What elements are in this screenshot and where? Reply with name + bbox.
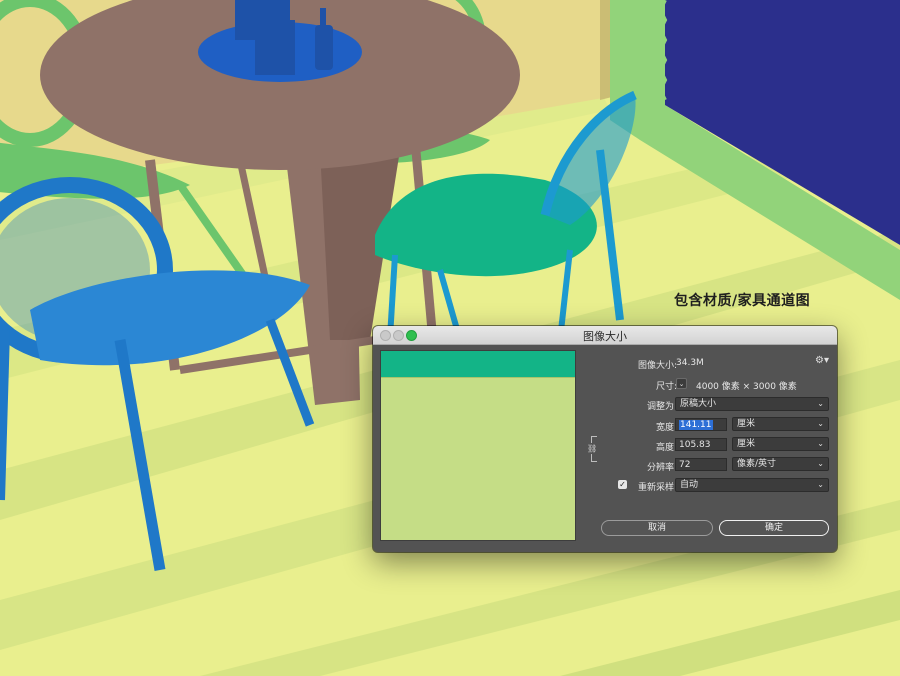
chevron-icon: ⌄	[817, 459, 824, 468]
fit-to-select[interactable]: 原稿大小 ⌄	[675, 397, 829, 411]
dimensions-label: 尺寸:	[655, 382, 677, 392]
dimensions-value: 4000 像素 × 3000 像素	[696, 382, 797, 392]
image-size-label: 图像大小:	[637, 361, 677, 371]
height-unit-value: 厘米	[737, 439, 756, 449]
ok-button[interactable]: 确定	[719, 520, 829, 536]
resolution-value: 72	[679, 460, 691, 470]
image-size-value: 34.3M	[676, 358, 704, 368]
caption-text: 包含材质/家具通道图	[674, 293, 811, 309]
width-label: 宽度:	[655, 423, 677, 433]
resolution-unit-select[interactable]: 像素/英寸 ⌄	[732, 457, 829, 471]
fit-to-value: 原稿大小	[680, 399, 717, 409]
height-value: 105.83	[679, 440, 711, 450]
width-unit-value: 厘米	[737, 419, 756, 429]
width-value: 141.11	[679, 420, 713, 430]
chevron-down-icon[interactable]: ⌄	[676, 378, 687, 389]
resample-select[interactable]: 自动 ⌄	[675, 478, 829, 492]
dialog-title: 图像大小	[583, 330, 627, 343]
cancel-button[interactable]: 取消	[601, 520, 713, 536]
height-field[interactable]: 105.83	[675, 438, 727, 451]
resolution-field[interactable]: 72	[675, 458, 727, 471]
gear-icon[interactable]: ⚙▾	[815, 355, 829, 366]
resolution-label: 分辨率:	[646, 463, 677, 473]
image-preview[interactable]	[380, 350, 576, 541]
resample-value: 自动	[680, 480, 699, 490]
preview-divider	[381, 377, 575, 378]
settings-panel: 图像大小: 34.3M ⚙▾ 尺寸: ⌄ 4000 像素 × 3000 像素 调…	[579, 346, 837, 552]
image-size-dialog: 图像大小 图像大小: 34.3M ⚙▾ 尺寸: ⌄ 4000 像素 × 3000…	[373, 326, 837, 552]
chevron-icon: ⌄	[817, 439, 824, 448]
height-label: 高度:	[655, 443, 677, 453]
height-unit-select[interactable]: 厘米 ⌄	[732, 437, 829, 451]
chain-link-icon[interactable]: ⛓	[587, 443, 597, 454]
chevron-icon: ⌄	[817, 399, 824, 408]
width-unit-select[interactable]: 厘米 ⌄	[732, 417, 829, 431]
resample-label: 重新采样:	[637, 483, 677, 493]
dialog-titlebar[interactable]: 图像大小	[373, 326, 837, 345]
resample-checkbox[interactable]: ✓	[618, 480, 627, 489]
chevron-icon: ⌄	[817, 480, 824, 489]
chevron-icon: ⌄	[817, 419, 824, 428]
width-field[interactable]: 141.11	[675, 418, 727, 431]
fit-to-label: 调整为:	[646, 402, 677, 412]
resolution-unit-value: 像素/英寸	[737, 459, 777, 469]
preview-chair-region	[381, 351, 575, 377]
